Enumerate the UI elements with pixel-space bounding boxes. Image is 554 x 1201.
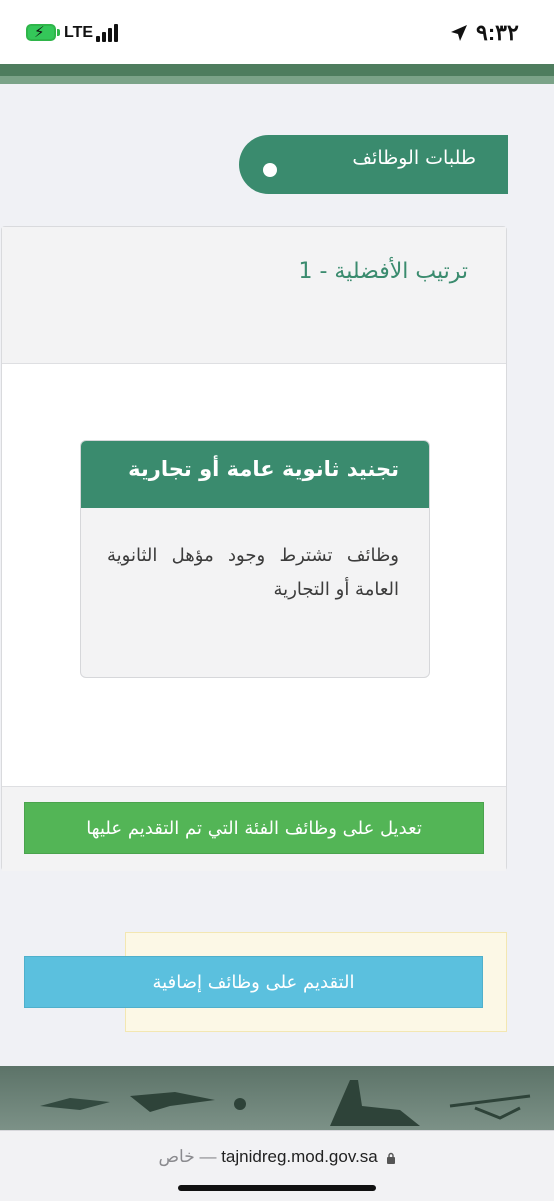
home-indicator xyxy=(178,1185,376,1191)
apply-additional-jobs-button[interactable]: التقديم على وظائف إضافية xyxy=(24,956,483,1008)
network-type: LTE xyxy=(64,24,94,41)
address-field[interactable]: خاص — tajnidreg.mod.gov.sa xyxy=(0,1147,554,1167)
battery-tip xyxy=(57,29,60,36)
signal-bars-icon xyxy=(96,24,118,42)
page-title-pill: طلبات الوظائف xyxy=(239,135,508,194)
status-time: ٩:٣٢ xyxy=(476,20,519,45)
edit-applied-jobs-button[interactable]: تعديل على وظائف الفئة التي تم التقديم عل… xyxy=(24,802,484,854)
category-title: تجنيد ثانوية عامة أو تجارية xyxy=(128,457,399,481)
preference-rank-heading: ترتيب الأفضلية - 1 xyxy=(298,259,468,284)
job-preference-card: ترتيب الأفضلية - 1 تجنيد ثانوية عامة أو … xyxy=(1,226,507,871)
category-description: وظائف تشترط وجود مؤهل الثانوية العامة أو… xyxy=(107,545,399,600)
footer-military-image xyxy=(0,1066,554,1136)
url-text: tajnidreg.mod.gov.sa xyxy=(221,1147,378,1166)
job-category-panel: تجنيد ثانوية عامة أو تجارية وظائف تشترط … xyxy=(80,440,430,678)
lock-icon xyxy=(386,1152,395,1164)
site-header-banner xyxy=(0,64,554,84)
address-separator: — xyxy=(199,1147,217,1166)
location-arrow-icon xyxy=(451,25,467,41)
browser-address-bar[interactable]: خاص — tajnidreg.mod.gov.sa xyxy=(0,1130,554,1201)
page-title: طلبات الوظائف xyxy=(352,147,476,169)
status-bar: ⚡ LTE ٩:٣٢ xyxy=(0,0,554,64)
category-header: تجنيد ثانوية عامة أو تجارية xyxy=(81,441,429,508)
charging-bolt-icon: ⚡ xyxy=(34,23,45,41)
private-label: خاص xyxy=(158,1147,195,1166)
card-header: ترتيب الأفضلية - 1 xyxy=(2,227,506,364)
bullet-dot-icon xyxy=(263,163,277,177)
military-silhouettes-icon xyxy=(40,1080,531,1126)
card-footer: تعديل على وظائف الفئة التي تم التقديم عل… xyxy=(2,786,506,871)
